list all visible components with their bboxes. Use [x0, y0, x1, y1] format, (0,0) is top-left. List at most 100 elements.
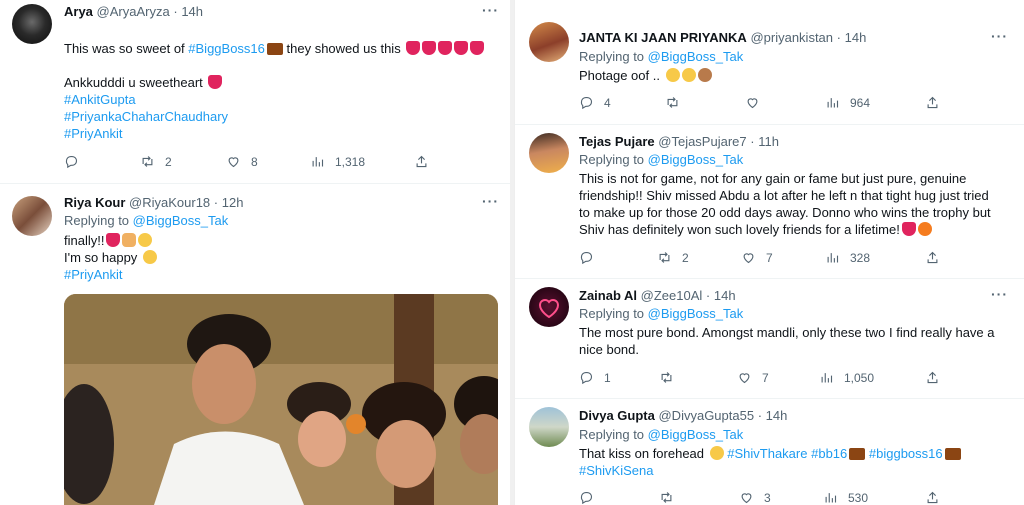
timestamp[interactable]: 14h — [766, 408, 788, 423]
views-button[interactable]: 328 — [825, 250, 870, 265]
tweet-arya[interactable]: Arya @AryaAryza · 14h ··· This was so sw… — [0, 0, 510, 183]
hashtag-link[interactable]: #BiggBoss16 — [188, 41, 265, 56]
reply-button[interactable]: 1 — [579, 370, 611, 385]
hashtag-link[interactable]: #ShivThakare — [727, 446, 807, 461]
like-count: 3 — [764, 490, 771, 505]
display-name[interactable]: Zainab Al — [579, 288, 637, 303]
tweet-text-part: That kiss on forehead — [579, 446, 708, 461]
avatar[interactable] — [529, 133, 569, 173]
replying-to-link[interactable]: @BiggBoss_Tak — [648, 306, 744, 321]
share-button[interactable] — [925, 490, 940, 505]
avatar[interactable] — [529, 22, 569, 62]
avatar[interactable] — [12, 196, 52, 236]
replying-to-label: Replying to — [64, 213, 133, 228]
avatar[interactable] — [529, 287, 569, 327]
reply-button[interactable] — [579, 250, 604, 265]
hashtag-link[interactable]: #PriyAnkit — [64, 125, 484, 142]
heart-icon — [228, 157, 239, 168]
user-handle[interactable]: @priyankistan — [750, 30, 833, 45]
reply-button[interactable]: 4 — [579, 95, 611, 110]
display-name[interactable]: Riya Kour — [64, 195, 125, 210]
right-screenshot-column: JANTA KI JAAN PRIYANKA @priyankistan · 1… — [514, 0, 1024, 505]
more-options-icon[interactable]: ··· — [991, 286, 1008, 302]
user-handle[interactable]: @DivyaGupta55 — [658, 408, 754, 423]
timestamp[interactable]: 14h — [845, 30, 867, 45]
share-button[interactable] — [925, 250, 940, 265]
tweet-media-photo[interactable] — [64, 294, 498, 505]
tweet-header: Divya Gupta @DivyaGupta55 · 14h — [579, 408, 787, 424]
clapperboard-emoji-icon — [266, 43, 283, 55]
share-button[interactable] — [414, 154, 429, 169]
user-handle[interactable]: @TejasPujare7 — [658, 134, 746, 149]
retweet-button[interactable]: 2 — [140, 154, 172, 169]
timestamp[interactable]: 14h — [714, 288, 736, 303]
tweet-divya-gupta[interactable]: Divya Gupta @DivyaGupta55 · 14h Replying… — [515, 398, 1024, 505]
tweet-header: Tejas Pujare @TejasPujare7 · 11h — [579, 134, 779, 150]
timestamp[interactable]: 11h — [758, 134, 779, 149]
replying-to-link[interactable]: @BiggBoss_Tak — [648, 49, 744, 64]
hashtag-link[interactable]: #ShivKiSena — [579, 462, 961, 479]
timestamp[interactable]: 14h — [181, 4, 203, 19]
like-button[interactable]: 3 — [739, 490, 771, 505]
more-options-icon[interactable]: ··· — [482, 2, 499, 18]
retweet-count: 2 — [165, 154, 172, 169]
views-button[interactable]: 1,050 — [819, 370, 874, 385]
retweet-button[interactable] — [659, 370, 684, 385]
reply-button[interactable] — [579, 490, 604, 505]
like-button[interactable]: 7 — [741, 250, 773, 265]
share-button[interactable] — [925, 95, 940, 110]
tweet-text: This was so sweet of #BiggBoss16 they sh… — [64, 40, 485, 142]
sweat-smile-emoji-icon — [681, 68, 696, 82]
hashtag-link[interactable]: #biggboss16 — [869, 446, 943, 461]
avatar[interactable] — [529, 407, 569, 447]
hashtag-link[interactable]: #bb16 — [811, 446, 847, 461]
user-handle[interactable]: @Zee10Al — [641, 288, 703, 303]
heart-emoji-icon — [470, 41, 485, 55]
hashtag-link[interactable]: #AnkitGupta — [64, 91, 484, 108]
retweet-button[interactable] — [659, 490, 684, 505]
views-button[interactable]: 1,318 — [310, 154, 365, 169]
avatar[interactable] — [12, 4, 52, 44]
replying-to-link[interactable]: @BiggBoss_Tak — [648, 152, 744, 167]
reply-icon — [580, 96, 593, 110]
views-button[interactable]: 530 — [823, 490, 868, 505]
display-name[interactable]: Divya Gupta — [579, 408, 655, 423]
reply-count: 4 — [604, 95, 611, 110]
more-options-icon[interactable]: ··· — [482, 193, 499, 209]
retweet-button[interactable] — [665, 95, 690, 110]
like-button[interactable] — [745, 95, 770, 110]
tweet-actions: 2 8 1,318 — [64, 154, 484, 170]
retweet-button[interactable]: 2 — [657, 250, 689, 265]
timestamp[interactable]: 12h — [222, 195, 244, 210]
reply-icon — [580, 491, 593, 505]
more-options-icon[interactable]: ··· — [991, 28, 1008, 44]
hashtag-link[interactable]: #PriyankaChaharChaudhary — [64, 108, 484, 125]
display-name[interactable]: Tejas Pujare — [579, 134, 655, 149]
user-handle[interactable]: @RiyaKour18 — [129, 195, 210, 210]
clapperboard-emoji-icon — [849, 448, 866, 460]
reply-button[interactable] — [64, 154, 89, 169]
like-count: 8 — [251, 154, 258, 169]
display-name[interactable]: Arya — [64, 4, 93, 19]
views-chart-icon — [827, 98, 839, 108]
retweet-icon — [661, 372, 672, 383]
tweet-zainab-al[interactable]: Zainab Al @Zee10Al · 14h ··· Replying to… — [515, 278, 1024, 398]
separator-dot: · — [705, 288, 711, 303]
views-button[interactable]: 964 — [825, 95, 870, 110]
share-icon — [927, 371, 938, 384]
display-name[interactable]: JANTA KI JAAN PRIYANKA — [579, 30, 747, 45]
photo-image — [64, 294, 498, 505]
tweet-janta-ki-jaan-priyanka[interactable]: JANTA KI JAAN PRIYANKA @priyankistan · 1… — [515, 0, 1024, 124]
tweet-tejas-pujare[interactable]: Tejas Pujare @TejasPujare7 · 11h Replyin… — [515, 124, 1024, 278]
like-button[interactable]: 7 — [737, 370, 769, 385]
replying-to-link[interactable]: @BiggBoss_Tak — [648, 427, 744, 442]
replying-to-label: Replying to — [579, 152, 648, 167]
hashtag-link[interactable]: #PriyAnkit — [64, 266, 157, 283]
waving-hand-emoji-icon — [122, 233, 137, 247]
tweet-actions: 2 7 328 — [579, 250, 999, 266]
user-handle[interactable]: @AryaAryza — [97, 4, 170, 19]
like-button[interactable]: 8 — [226, 154, 258, 169]
replying-to-link[interactable]: @BiggBoss_Tak — [133, 213, 229, 228]
share-button[interactable] — [925, 370, 940, 385]
share-icon — [927, 491, 938, 504]
